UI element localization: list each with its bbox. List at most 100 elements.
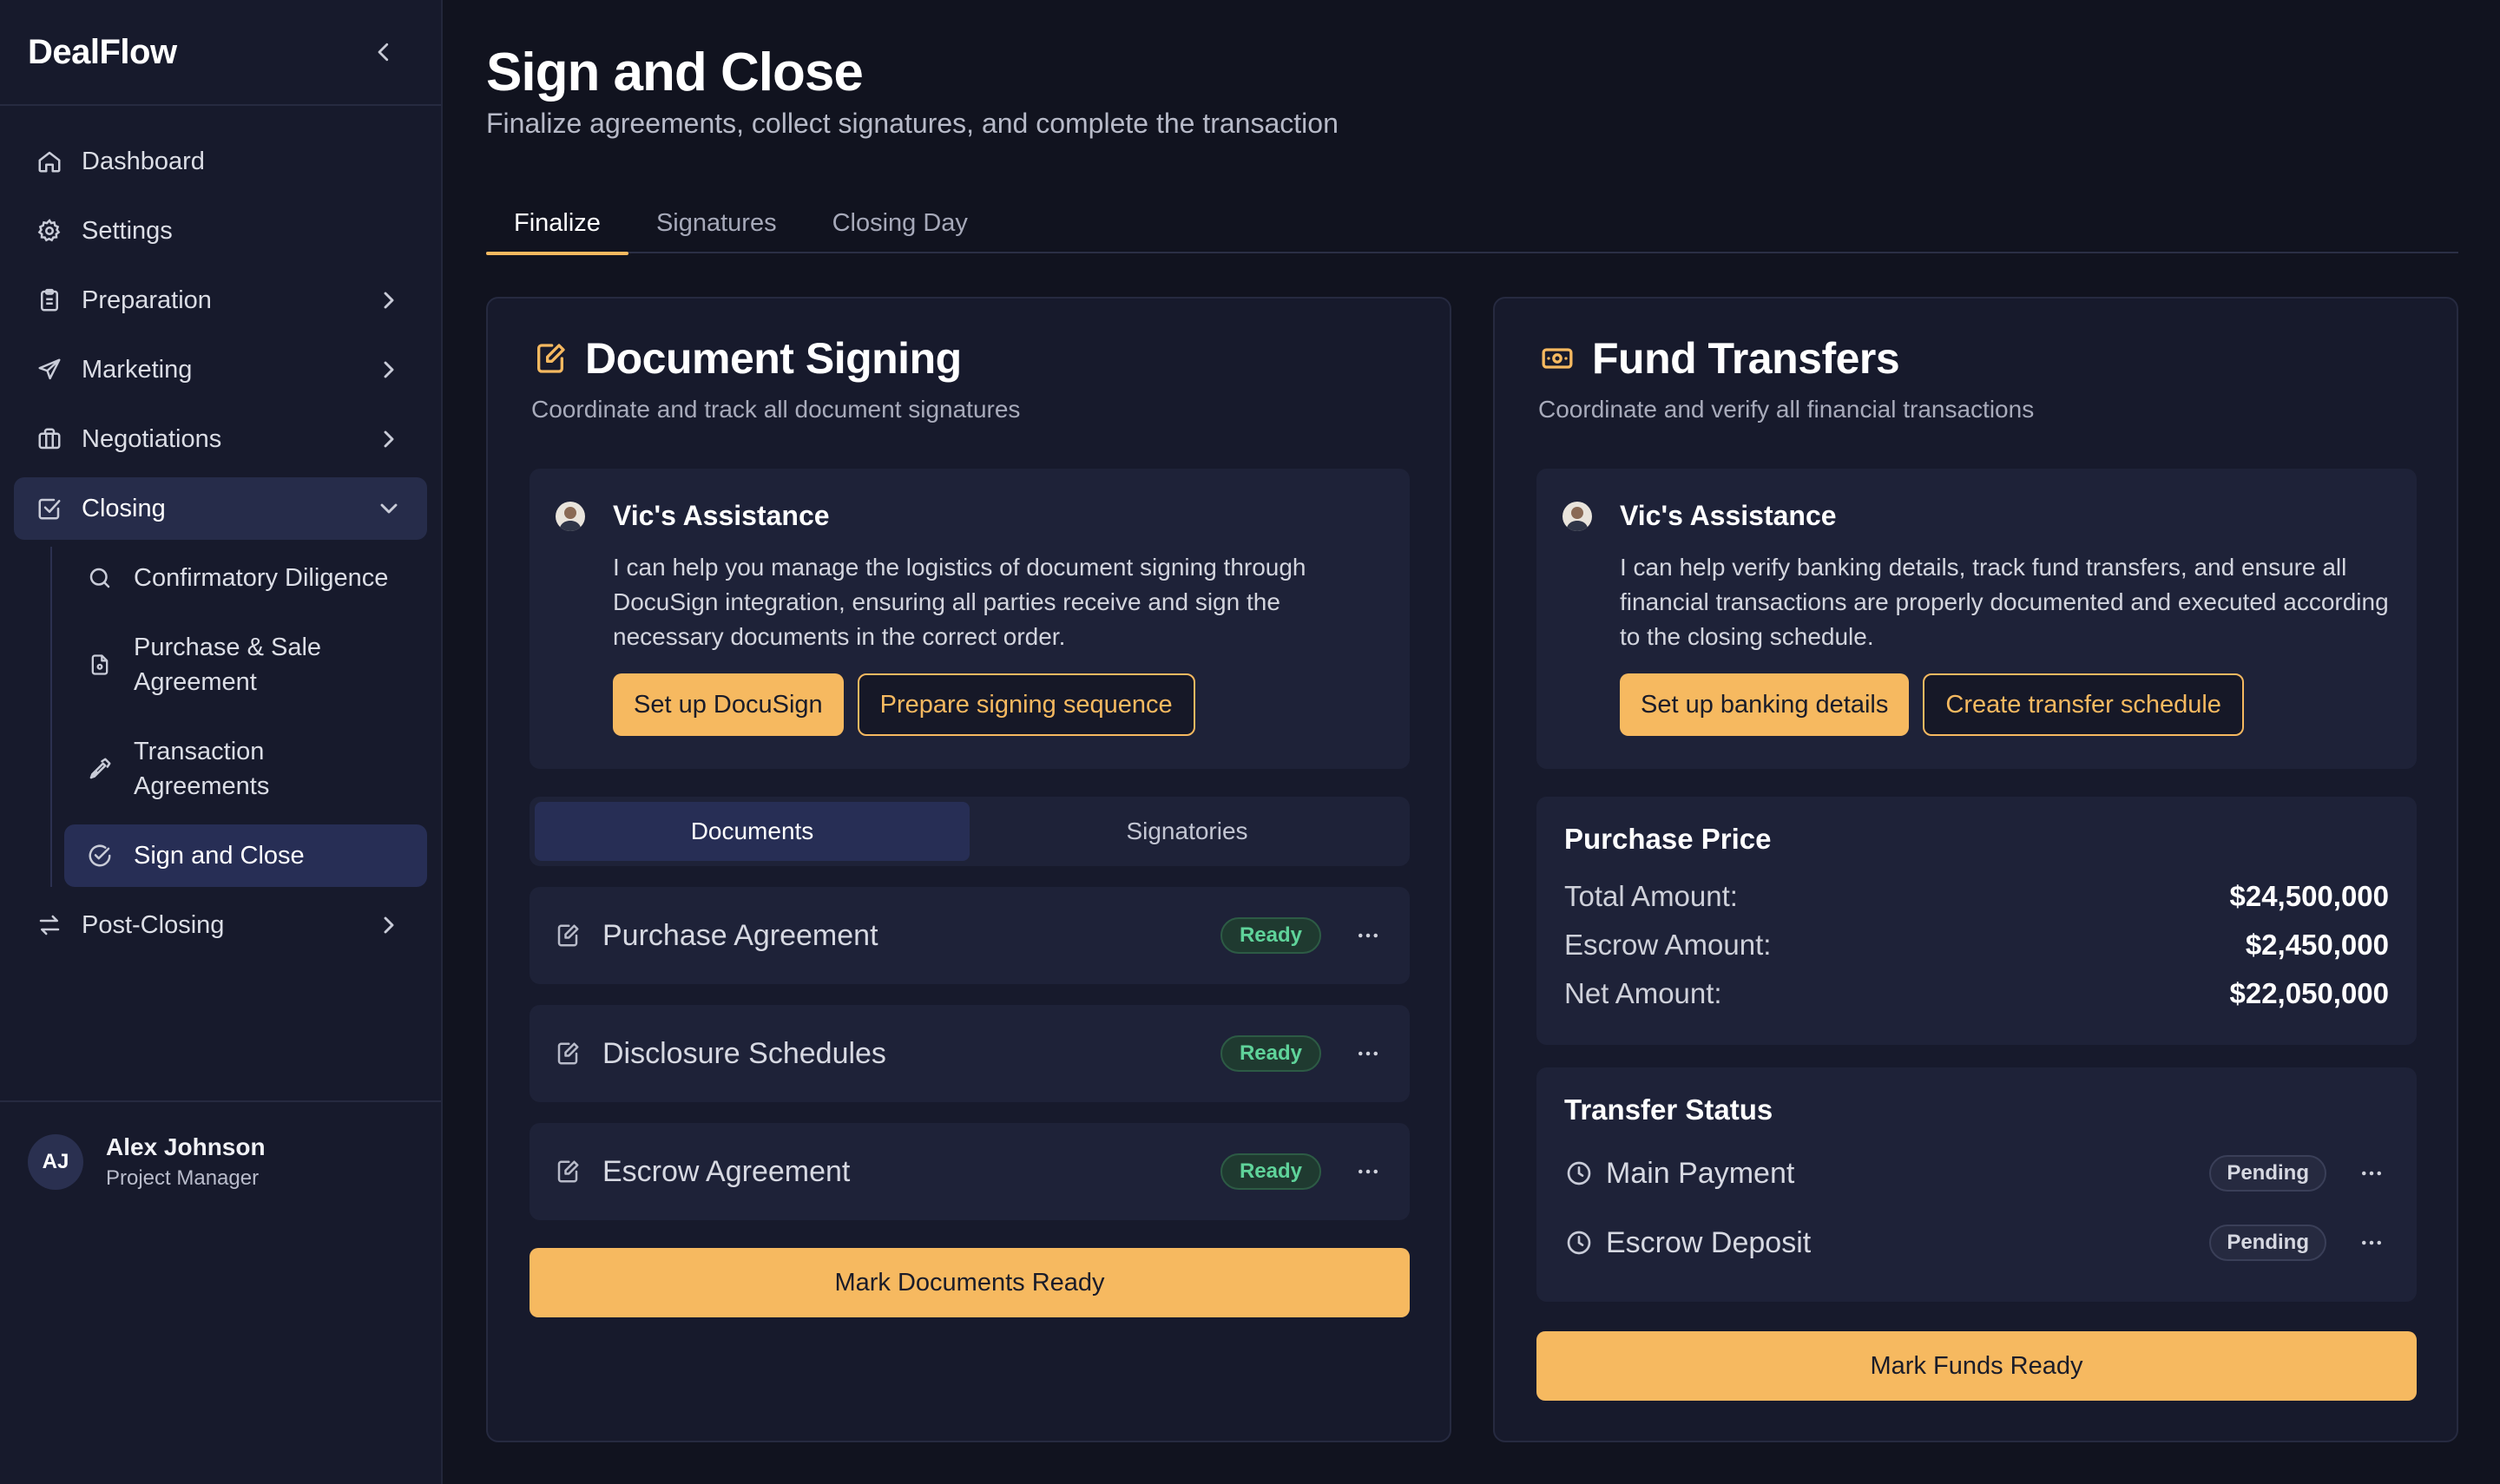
- price-label: Escrow Amount:: [1564, 929, 1772, 961]
- more-options-icon[interactable]: [1351, 1036, 1385, 1071]
- segment-signatories[interactable]: Signatories: [970, 802, 1405, 861]
- sidebar-item-label: Post-Closing: [82, 910, 225, 939]
- sidebar-item-label: Marketing: [82, 355, 193, 384]
- search-icon: [85, 563, 115, 593]
- setup-docusign-button[interactable]: Set up DocuSign: [613, 673, 844, 736]
- user-profile[interactable]: AJ Alex Johnson Project Manager: [0, 1100, 441, 1484]
- transfer-status-panel: Transfer Status Main Payment Pending Esc…: [1536, 1067, 2417, 1302]
- file-icon: [85, 650, 115, 680]
- list-item: Disclosure Schedules Ready: [530, 1005, 1410, 1102]
- sidebar-item-settings[interactable]: Settings: [14, 200, 427, 262]
- more-options-icon[interactable]: [1351, 918, 1385, 953]
- sidebar-item-marketing[interactable]: Marketing: [14, 338, 427, 401]
- price-label: Net Amount:: [1564, 977, 1722, 1009]
- check-square-icon: [35, 494, 64, 523]
- chevron-right-icon: [384, 916, 394, 934]
- sidebar-item-closing[interactable]: Closing: [14, 477, 427, 540]
- sidebar-subitem-sign-and-close[interactable]: Sign and Close: [64, 824, 427, 887]
- edit-document-icon: [554, 1158, 582, 1185]
- sidebar-item-label: Preparation: [82, 286, 212, 314]
- purchase-price-panel: Purchase Price Total Amount: $24,500,000…: [1536, 797, 2417, 1045]
- document-signing-card: Document Signing Coordinate and track al…: [486, 297, 1451, 1442]
- sidebar-nav: Dashboard Settings Preparation Marketing: [0, 106, 441, 956]
- briefcase-icon: [35, 424, 64, 454]
- price-value: $22,050,000: [2229, 977, 2389, 1009]
- status-badge: Ready: [1220, 1153, 1321, 1190]
- document-name: Escrow Agreement: [602, 1154, 851, 1188]
- more-options-icon[interactable]: [2354, 1225, 2389, 1260]
- assistant-panel: Vic's Assistance I can help you manage t…: [530, 469, 1410, 769]
- user-name: Alex Johnson: [106, 1133, 266, 1160]
- card-title: Fund Transfers: [1538, 333, 1900, 384]
- assistant-title: Vic's Assistance: [1620, 500, 1837, 531]
- sidebar-subitem-confirmatory-diligence[interactable]: Confirmatory Diligence: [64, 547, 427, 609]
- edit-document-icon: [554, 1040, 582, 1067]
- sidebar-item-preparation[interactable]: Preparation: [14, 269, 427, 332]
- setup-banking-details-button[interactable]: Set up banking details: [1620, 673, 1910, 736]
- create-transfer-schedule-button[interactable]: Create transfer schedule: [1923, 673, 2244, 736]
- chevron-right-icon: [384, 430, 394, 448]
- assistant-message: I can help you manage the logistics of d…: [613, 554, 1306, 650]
- more-options-icon[interactable]: [1351, 1154, 1385, 1189]
- tab-closing-day[interactable]: Closing Day: [805, 193, 996, 253]
- collapse-sidebar-button[interactable]: [366, 35, 401, 69]
- sidebar-item-label: Closing: [82, 494, 166, 522]
- more-options-icon[interactable]: [2354, 1156, 2389, 1191]
- sidebar-subitem-transaction-agreements[interactable]: Transaction Agreements: [64, 720, 427, 818]
- closing-subnav: Confirmatory Diligence Purchase & Sale A…: [50, 547, 441, 887]
- banknote-icon: [1538, 339, 1576, 378]
- card-title: Document Signing: [531, 333, 962, 384]
- status-badge: Pending: [2209, 1155, 2326, 1192]
- document-name: Purchase Agreement: [602, 918, 878, 952]
- sidebar-item-label: Negotiations: [82, 424, 222, 453]
- card-subtitle: Coordinate and verify all financial tran…: [1538, 396, 2035, 423]
- chevron-left-icon: [378, 43, 389, 62]
- price-label: Total Amount:: [1564, 880, 1738, 912]
- edit-document-icon: [554, 922, 582, 949]
- status-badge: Pending: [2209, 1225, 2326, 1261]
- tab-signatures[interactable]: Signatures: [628, 193, 805, 253]
- assistant-message: I can help verify banking details, track…: [1620, 554, 2389, 650]
- arrows-swap-icon: [35, 910, 64, 940]
- sidebar-item-label: Dashboard: [82, 147, 205, 175]
- sidebar-item-dashboard[interactable]: Dashboard: [14, 130, 427, 193]
- assistant-panel: Vic's Assistance I can help verify banki…: [1536, 469, 2417, 769]
- sidebar-item-post-closing[interactable]: Post-Closing: [14, 894, 427, 956]
- sidebar: DealFlow Dashboard Settings Preparation: [0, 0, 443, 1484]
- check-circle-icon: [85, 841, 115, 870]
- user-role: Project Manager: [106, 1166, 260, 1190]
- chevron-right-icon: [384, 292, 394, 309]
- document-name: Disclosure Schedules: [602, 1036, 886, 1070]
- transfer-name: Escrow Deposit: [1606, 1225, 1812, 1259]
- list-item: Purchase Agreement Ready: [530, 887, 1410, 984]
- sidebar-subitem-label: Sign and Close: [134, 842, 305, 870]
- mark-documents-ready-button[interactable]: Mark Documents Ready: [530, 1248, 1410, 1317]
- sidebar-subitem-label: Transaction Agreements: [134, 738, 270, 800]
- list-item: Escrow Deposit Pending: [1564, 1217, 2389, 1269]
- sidebar-subitem-label: Purchase & Sale Agreement: [134, 634, 322, 696]
- segment-documents[interactable]: Documents: [535, 802, 970, 861]
- fund-transfers-card: Fund Transfers Coordinate and verify all…: [1493, 297, 2458, 1442]
- signature-pen-icon: [85, 754, 115, 784]
- price-row: Escrow Amount: $2,450,000: [1564, 929, 2389, 962]
- price-value: $24,500,000: [2229, 880, 2389, 912]
- gear-icon: [35, 216, 64, 246]
- price-value: $2,450,000: [2245, 929, 2389, 961]
- sidebar-subitem-label: Confirmatory Diligence: [134, 564, 389, 592]
- send-icon: [35, 355, 64, 384]
- transfer-name: Main Payment: [1606, 1156, 1795, 1190]
- sidebar-subitem-purchase-sale-agreement[interactable]: Purchase & Sale Agreement: [64, 616, 427, 713]
- panel-title: Transfer Status: [1564, 1093, 1773, 1126]
- status-badge: Ready: [1220, 1035, 1321, 1072]
- clock-icon: [1564, 1228, 1594, 1257]
- list-item: Escrow Agreement Ready: [530, 1123, 1410, 1220]
- prepare-signing-sequence-button[interactable]: Prepare signing sequence: [857, 673, 1195, 736]
- assistant-title: Vic's Assistance: [613, 500, 830, 531]
- list-item: Main Payment Pending: [1564, 1147, 2389, 1199]
- clock-icon: [1564, 1159, 1594, 1188]
- sidebar-item-negotiations[interactable]: Negotiations: [14, 408, 427, 470]
- tab-finalize[interactable]: Finalize: [486, 193, 628, 255]
- chevron-right-icon: [384, 361, 394, 378]
- edit-document-icon: [531, 339, 569, 378]
- mark-funds-ready-button[interactable]: Mark Funds Ready: [1536, 1331, 2417, 1401]
